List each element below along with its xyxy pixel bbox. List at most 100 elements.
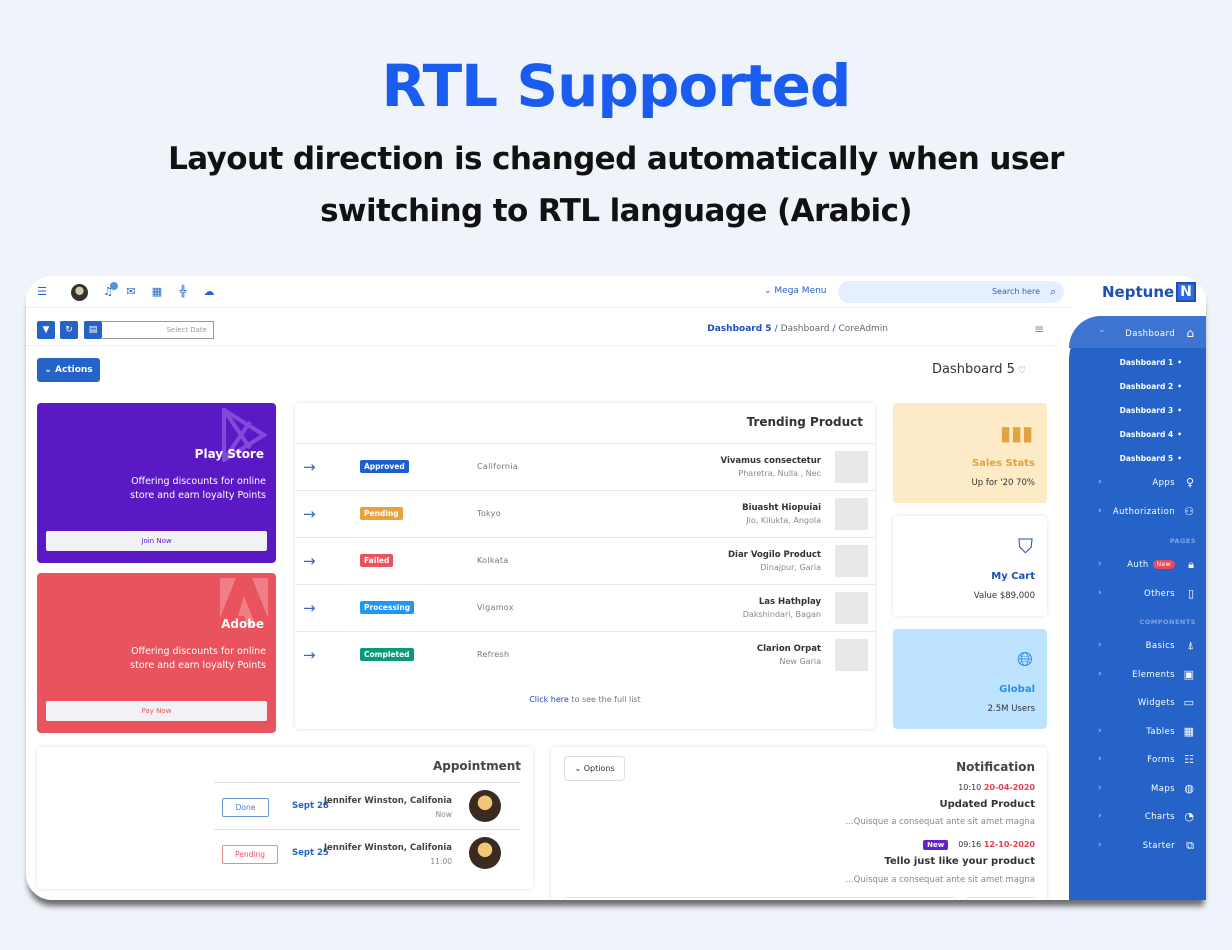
stat-sub: Value $89,000 [973, 591, 1035, 601]
notification-send-button[interactable] [966, 897, 1035, 900]
location: Refresh [477, 650, 510, 659]
full-list-link: Click here to see the full list [295, 695, 875, 704]
product-image [835, 498, 868, 530]
sidebar-item-dashboard[interactable]: ⌄ Dashboard ⌂ [1069, 316, 1206, 348]
search-icon[interactable]: ⌕ [1050, 285, 1056, 299]
file-icon: ▯ [1187, 587, 1194, 600]
actions-button[interactable]: ⌄ Actions [37, 358, 100, 382]
product-sub: Dakshindari, Bagan [742, 610, 821, 619]
join-now-button[interactable]: Join Now [46, 531, 267, 551]
list-item: Done Sept 28 Jennifer Winston, Califonia… [214, 782, 521, 829]
click-here-link[interactable]: Click here [529, 695, 569, 704]
notification-time: 10:10 20-04-2020 [958, 783, 1035, 792]
hero-subtitle-line2: switching to RTL language (Arabic) [320, 193, 912, 229]
sliders-icon[interactable]: ☰ [35, 285, 49, 299]
sidebar-item-others[interactable]: › Others ▯ [1069, 585, 1206, 605]
arrow-right-icon[interactable]: → [303, 505, 316, 523]
sidebar-subitem[interactable]: Dashboard 2 • [1120, 382, 1182, 391]
sidebar-subitem-label: Dashboard 4 [1119, 430, 1174, 439]
brand-name[interactable]: Neptune [1102, 283, 1174, 301]
sidebar-subitem-label: Dashboard 5 [1119, 454, 1174, 463]
product-name: Biuasht Hiopuiai [742, 503, 821, 513]
stat-card: ▮▮▮ Sales Stats Up for '20 70% [893, 403, 1047, 503]
avatar[interactable] [71, 284, 88, 301]
breadcrumb-item[interactable]: CoreAdmin [838, 324, 888, 334]
arrow-right-icon[interactable]: → [303, 646, 316, 664]
lightbulb-icon: ♀ [1185, 476, 1194, 489]
chevron-right-icon: › [1098, 477, 1102, 487]
notification-input[interactable] [564, 897, 956, 900]
sidebar-item-tables[interactable]: › Tables ▦ [1069, 723, 1206, 743]
refresh-button[interactable]: ↻ [60, 321, 78, 339]
product-sub: Pharetra, Nulla , Nec [738, 469, 821, 478]
table-row[interactable]: → Failed Kolkata Diar Vogilo Product Din… [295, 537, 875, 584]
brand-logo[interactable]: N [1176, 282, 1196, 302]
menu-icon[interactable]: ≡ [1034, 322, 1044, 336]
sidebar-subitem[interactable]: Dashboard 1 • [1120, 358, 1182, 367]
compress-icon[interactable]: ╬ [176, 285, 190, 299]
mega-menu[interactable]: ⌄ Mega Menu [764, 286, 827, 296]
hero-subtitle-line1: Layout direction is changed automaticall… [168, 141, 1064, 177]
appointment-card: Appointment Done Sept 28 Jennifer Winsto… [37, 747, 533, 889]
table-row[interactable]: → Processing Vigamox Las Hathplay Dakshi… [295, 584, 875, 631]
arrow-right-icon[interactable]: → [303, 552, 316, 570]
sidebar-item-apps[interactable]: › Apps ♀ [1069, 474, 1206, 494]
new-badge: New [1152, 560, 1175, 569]
section-header-components: COMPONENTS [1139, 618, 1196, 626]
sidebar-item-label: Authorization [1112, 507, 1175, 517]
promo-card-adobe: Adobe Offering discounts for online stor… [37, 573, 276, 733]
status-button[interactable]: Done [222, 798, 269, 817]
search-input[interactable]: Search here ⌕ [838, 281, 1064, 303]
sidebar-item-forms[interactable]: › Forms ☷ [1069, 751, 1206, 771]
toolbar: ▼ ↻ ▤ Select Date Dashboard 5/Dashboard /… [26, 308, 1056, 346]
sidebar-subitem[interactable]: Dashboard 5 • [1120, 454, 1182, 463]
table-row[interactable]: → Approved California Vivamus consectetu… [295, 443, 875, 490]
arrow-right-icon[interactable]: → [303, 458, 316, 476]
sidebar: ⌄ Dashboard ⌂ Dashboard 1 • Dashboard 2 • Da… [1069, 316, 1206, 900]
sidebar-item-label: Elements [1132, 669, 1175, 680]
sidebar-subitem[interactable]: Dashboard 4 • [1120, 430, 1182, 439]
sidebar-item-auth[interactable]: › Auth New 🔒︎ [1069, 556, 1206, 576]
chevron-down-icon: ⌄ [1098, 325, 1106, 335]
sidebar-item-authorization[interactable]: › Authorization ⚇ [1069, 503, 1206, 523]
heart-icon: ♡ [1017, 366, 1026, 376]
form-icon: ☷ [1184, 753, 1194, 766]
sidebar-item-label: Starter [1142, 840, 1175, 851]
date-input[interactable]: Select Date [102, 321, 214, 339]
home-icon: ⌂ [1186, 326, 1194, 340]
sidebar-item-widgets[interactable]: Widgets ▭ [1069, 694, 1206, 714]
table-row[interactable]: → Completed Refresh Clarion Orpat New Ga… [295, 631, 875, 678]
sidebar-item-charts[interactable]: › Charts ◔ [1069, 808, 1206, 828]
breadcrumb-item[interactable]: Dashboard [781, 324, 830, 334]
options-button[interactable]: ⌄ Options [564, 756, 625, 781]
breadcrumb-item[interactable]: Dashboard 5 [707, 324, 771, 334]
list-item: Pending Sept 25 Jennifer Winston, Califo… [214, 829, 521, 876]
dot-icon: • [1177, 406, 1182, 415]
sidebar-subitem[interactable]: Dashboard 3 • [1120, 406, 1182, 415]
filter-button[interactable]: ▼ [37, 321, 55, 339]
actions-label: Actions [55, 365, 93, 375]
calendar-button[interactable]: ▤ [84, 321, 102, 339]
arrow-right-icon[interactable]: → [303, 599, 316, 617]
status-button[interactable]: Pending [222, 845, 278, 864]
basket-icon: ⛉ [1018, 534, 1033, 558]
pay-now-button[interactable]: Pay Now [46, 701, 267, 721]
product-name: Diar Vogilo Product [727, 550, 821, 560]
card-title: Notification [956, 760, 1035, 774]
product-sub: New Garia [779, 657, 821, 666]
sidebar-item-basics[interactable]: › Basics ⍋ [1069, 637, 1206, 657]
promo-card-play-store: Play Store Offering discounts for online… [37, 403, 276, 563]
cloud-icon[interactable]: ☁ [202, 285, 216, 299]
sidebar-item-starter[interactable]: › Starter ⧉ [1069, 837, 1206, 857]
product-name: Las Hathplay [758, 597, 821, 607]
trending-product-card: Trending Product → Approved California V… [295, 403, 875, 729]
translate-icon[interactable]: ▦ [150, 285, 164, 299]
mail-icon[interactable]: ✉ [124, 285, 138, 299]
stat-sub: 2.5M Users [987, 704, 1035, 714]
sidebar-item-elements[interactable]: › Elements ▣ [1069, 666, 1206, 686]
copy-icon: ⧉ [1186, 838, 1194, 852]
table-row[interactable]: → Pending Tokyo Biuasht Hiopuiai Jio, Ki… [295, 490, 875, 537]
chevron-right-icon: › [1098, 588, 1102, 598]
sidebar-item-maps[interactable]: › Maps ◍ [1069, 780, 1206, 800]
notification-description: ...Quisque a consequat ante sit amet mag… [845, 817, 1035, 827]
